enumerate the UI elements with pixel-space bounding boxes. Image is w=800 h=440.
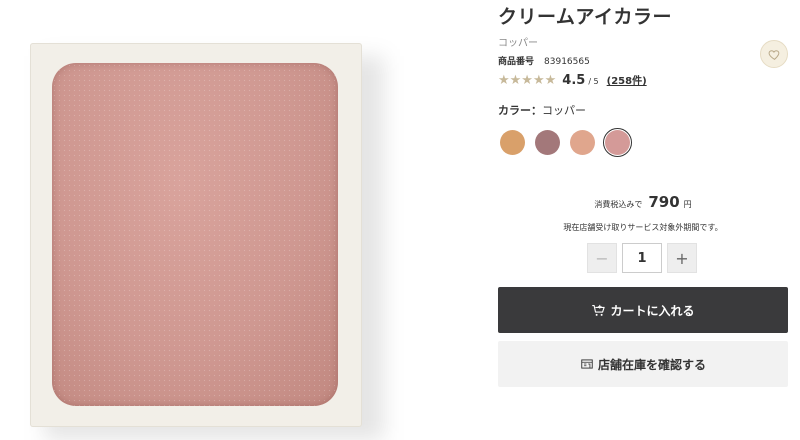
quantity-decrease-button[interactable]: − xyxy=(587,243,617,273)
price-currency: 円 xyxy=(683,200,692,209)
review-count-link[interactable]: (258件) xyxy=(607,72,647,87)
rating-score: 4.5 xyxy=(562,73,586,88)
swatch-color xyxy=(535,130,560,155)
quantity-increase-button[interactable]: + xyxy=(667,243,697,273)
price-row: 消費税込みで 790 円 xyxy=(498,192,788,211)
add-to-cart-label: カートに入れる xyxy=(610,303,695,318)
selected-color-name: コッパー xyxy=(542,104,586,117)
product-sku: 商品番号 83916565 xyxy=(498,54,590,67)
swatch-color xyxy=(605,130,630,155)
product-info-panel: クリームアイカラー コッパー 商品番号 83916565 ★★★★★ 4.5 / … xyxy=(498,0,800,438)
quantity-input[interactable]: 1 xyxy=(622,243,662,273)
sku-value: 83916565 xyxy=(544,57,590,67)
color-swatches xyxy=(498,128,638,157)
product-color-name: コッパー xyxy=(498,38,538,49)
check-store-stock-label: 店舗在庫を確認する xyxy=(597,357,706,372)
price-amount: 790 xyxy=(648,193,680,211)
rating-out-of: / 5 xyxy=(588,77,599,86)
sku-label: 商品番号 xyxy=(498,57,535,67)
color-selector-label: カラー：コッパー xyxy=(498,102,586,118)
heart-icon xyxy=(768,49,779,60)
cart-icon xyxy=(592,304,606,316)
rating: ★★★★★ 4.5 / 5 (258件) xyxy=(498,72,647,88)
tax-label: 消費税込みで xyxy=(594,200,643,209)
eyeshadow-pan xyxy=(52,63,338,406)
swatch-color xyxy=(500,130,525,155)
swatch-peach[interactable] xyxy=(568,128,597,157)
swatch-orange-beige[interactable] xyxy=(498,128,527,157)
rating-stars: ★★★★★ xyxy=(498,73,557,88)
quantity-stepper: − 1 + xyxy=(587,243,697,273)
favorite-button[interactable] xyxy=(760,40,788,68)
product-title: クリームアイカラー xyxy=(498,6,672,28)
swatch-mauve[interactable] xyxy=(533,128,562,157)
check-store-stock-button[interactable]: 店舗在庫を確認する xyxy=(498,341,788,387)
product-image xyxy=(0,0,470,440)
swatch-color xyxy=(570,130,595,155)
store-icon xyxy=(581,359,593,369)
swatch-copper-selected[interactable] xyxy=(603,128,632,157)
add-to-cart-button[interactable]: カートに入れる xyxy=(498,287,788,333)
store-pickup-note: 現在店舗受け取りサービス対象外期間です。 xyxy=(563,223,723,232)
color-label-prefix: カラー： xyxy=(498,104,542,117)
